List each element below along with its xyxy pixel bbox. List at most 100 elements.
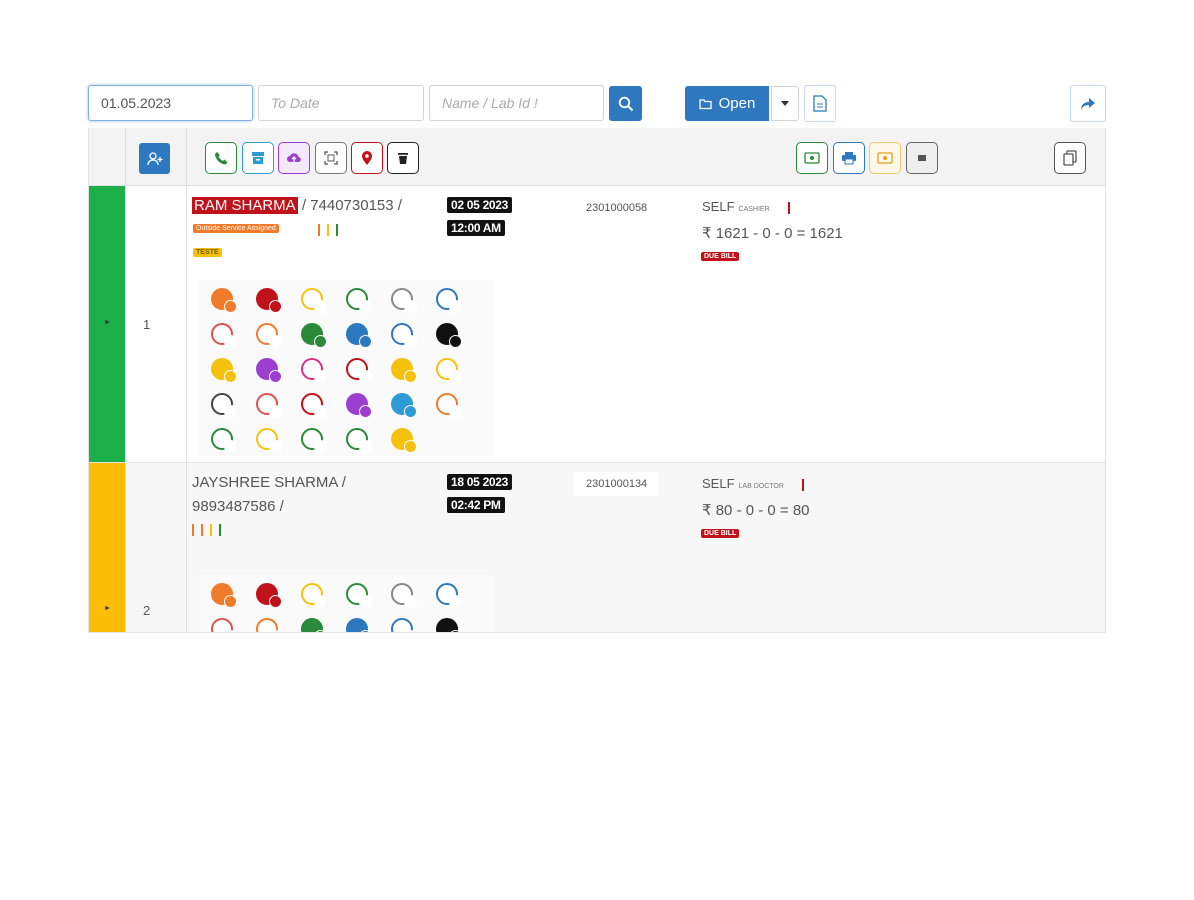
payment-button[interactable]: [796, 142, 828, 174]
open-button[interactable]: Open: [685, 86, 769, 121]
registration-date: 18 05 2023: [447, 474, 513, 490]
clipboard-dark-icon[interactable]: [436, 618, 462, 632]
trash-icon: [398, 153, 408, 164]
referral-role: LAB DOCTOR: [738, 483, 784, 490]
phone-status-icon[interactable]: [211, 288, 237, 313]
shield-icon[interactable]: [346, 428, 372, 453]
row-number: 1: [143, 317, 151, 332]
message-icon[interactable]: [436, 288, 462, 313]
due-bill-badge: DUE BILL: [701, 529, 740, 538]
due-bill-badge: DUE BILL: [701, 252, 740, 261]
delete-button[interactable]: [387, 142, 419, 174]
barcode-button[interactable]: [906, 142, 938, 174]
row-expand-arrow-icon[interactable]: ►: [104, 605, 111, 612]
copy-button[interactable]: [1054, 142, 1086, 174]
phone-check-icon[interactable]: [346, 583, 372, 608]
referral: SELF LAB DOCTOR: [702, 476, 804, 491]
plus-pink-icon[interactable]: [301, 358, 327, 383]
phone-yellow-icon[interactable]: [301, 583, 327, 608]
clipboard-dark-icon[interactable]: [436, 323, 462, 348]
referral-name: SELF: [702, 476, 735, 491]
registration-time: 12:00 AM: [447, 220, 505, 236]
mail-icon[interactable]: [346, 393, 372, 418]
heartbeat-icon[interactable]: [256, 288, 282, 313]
patient-table: ► 1 RAM SHARMA / 7440730153 / Outside Se…: [88, 128, 1106, 633]
helmet-icon[interactable]: [211, 358, 237, 383]
search-input[interactable]: [429, 85, 604, 121]
lab-id[interactable]: 2301000134: [574, 472, 660, 496]
phone-yellow-icon[interactable]: [301, 288, 327, 313]
clipboard-icon[interactable]: [391, 583, 417, 608]
search-icon: [618, 96, 633, 111]
money-icon: [804, 152, 820, 164]
patient-phone: / 7440730153 /: [297, 197, 402, 214]
edit-icon[interactable]: [346, 323, 372, 348]
copy-icon: [1063, 150, 1077, 166]
document-button[interactable]: [804, 85, 836, 122]
caret-down-icon: [781, 100, 789, 106]
scan-button[interactable]: [315, 142, 347, 174]
call-button[interactable]: [205, 142, 237, 174]
archive-button[interactable]: [242, 142, 274, 174]
edit-icon[interactable]: [346, 618, 372, 632]
status-marks: [192, 524, 221, 536]
id-card-icon[interactable]: [391, 618, 417, 632]
table-header: [89, 128, 1105, 186]
clipboard-icon[interactable]: [391, 288, 417, 313]
whatsapp-icon[interactable]: [211, 428, 237, 453]
referral-name: SELF: [702, 199, 735, 214]
open-button-label: Open: [718, 95, 756, 112]
trend-icon[interactable]: [301, 428, 327, 453]
from-date-input[interactable]: [88, 85, 253, 121]
chat-orange-icon[interactable]: [256, 323, 282, 348]
chat-red-icon[interactable]: [211, 618, 237, 632]
bill-amount: ₹ 80 - 0 - 0 = 80: [702, 502, 810, 519]
add-patient-button[interactable]: [139, 143, 170, 174]
status-marks: [318, 224, 338, 236]
open-dropdown-toggle[interactable]: [771, 86, 799, 121]
pin-icon[interactable]: [301, 393, 327, 418]
message-icon[interactable]: [436, 583, 462, 608]
lab-id[interactable]: 2301000058: [574, 196, 660, 220]
refund-button[interactable]: [869, 142, 901, 174]
id-card-icon[interactable]: [391, 323, 417, 348]
map-pin-icon: [362, 150, 372, 165]
share-button[interactable]: [1070, 85, 1106, 122]
print-button[interactable]: [833, 142, 865, 174]
alert-icon[interactable]: [391, 428, 417, 453]
chat-green-icon[interactable]: [301, 618, 327, 632]
phone-check-icon[interactable]: [346, 288, 372, 313]
badge-icon[interactable]: [391, 358, 417, 383]
row-expand-arrow-icon[interactable]: ►: [104, 319, 111, 326]
check-yellow-icon[interactable]: [256, 428, 282, 453]
location-button[interactable]: [351, 142, 383, 174]
patient-name-line: RAM SHARMA / 7440730153 /: [192, 197, 402, 214]
to-date-input[interactable]: [258, 85, 424, 121]
bill-amount: ₹ 1621 - 0 - 0 = 1621: [702, 225, 843, 242]
location-icon[interactable]: [256, 393, 282, 418]
list-icon[interactable]: [211, 393, 237, 418]
referral-role: CASHIER: [738, 206, 770, 213]
patient-name[interactable]: RAM SHARMA: [192, 197, 298, 214]
phone-status-icon[interactable]: [211, 583, 237, 608]
chat-red-icon[interactable]: [211, 323, 237, 348]
patient-name[interactable]: JAYSHREE SHARMA /: [192, 474, 346, 491]
plus-red-icon[interactable]: [346, 358, 372, 383]
image-icon[interactable]: [436, 393, 462, 418]
bubble-icon[interactable]: [256, 358, 282, 383]
user-plus-icon: [146, 151, 162, 165]
upload-button[interactable]: [278, 142, 310, 174]
scan-icon: [324, 151, 338, 165]
chat-green-icon[interactable]: [301, 323, 327, 348]
chat-orange-icon[interactable]: [256, 618, 282, 632]
phone-icon: [215, 152, 228, 165]
registration-date: 02 05 2023: [447, 197, 513, 213]
table-row[interactable]: ► 2 JAYSHREE SHARMA / 9893487586 / 18 05…: [89, 463, 1105, 632]
heartbeat-icon[interactable]: [256, 583, 282, 608]
action-icon-grid: [199, 575, 494, 632]
table-row[interactable]: ► 1 RAM SHARMA / 7440730153 / Outside Se…: [89, 186, 1105, 463]
search-button[interactable]: [609, 86, 642, 121]
row-number: 2: [143, 603, 151, 618]
mobile-icon[interactable]: [391, 393, 417, 418]
card-icon[interactable]: [436, 358, 462, 383]
